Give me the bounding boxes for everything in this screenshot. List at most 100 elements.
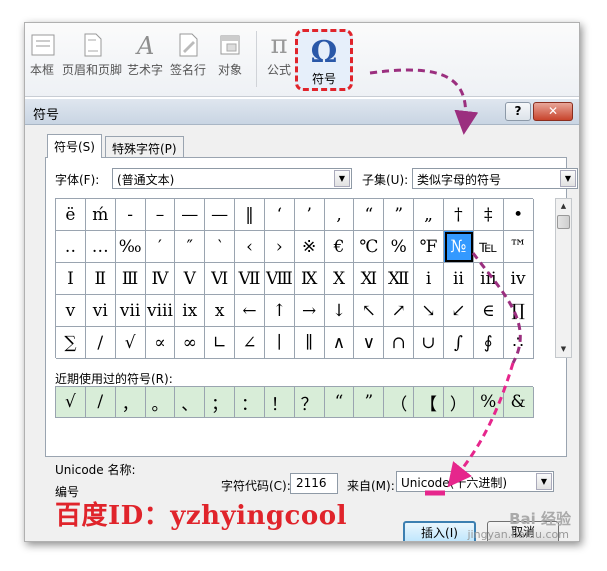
symbol-cell[interactable]: ″ — [175, 231, 206, 263]
symbol-cell[interactable]: Ⅱ — [85, 263, 116, 295]
recent-symbol-cell[interactable]: % — [473, 387, 504, 418]
symbol-cell[interactable]: Ⅲ — [115, 263, 146, 295]
symbol-cell[interactable]: Ⅷ — [264, 263, 295, 295]
ribbon-header-footer[interactable]: 页眉和页脚 — [61, 31, 123, 78]
symbol-grid-scrollbar[interactable]: ▲ ▼ — [555, 198, 572, 358]
recent-symbol-cell[interactable]: / — [85, 387, 116, 418]
symbol-cell[interactable]: ⅹ — [205, 295, 236, 327]
ribbon-text-box[interactable]: 本框 — [25, 31, 59, 78]
symbol-cell[interactable]: Ⅵ — [205, 263, 236, 295]
symbol-cell[interactable]: ⅷ — [145, 295, 176, 327]
symbol-cell[interactable]: ∟ — [205, 327, 236, 359]
recent-symbol-cell[interactable]: 。 — [145, 387, 176, 418]
ribbon-object[interactable]: 对象 — [212, 31, 248, 78]
symbol-cell[interactable]: ⅰ — [414, 263, 444, 295]
symbol-cell[interactable]: ∥ — [294, 327, 325, 359]
symbol-cell[interactable]: √ — [115, 327, 146, 359]
tab-special-characters[interactable]: 特殊字符(P) — [105, 136, 184, 158]
symbol-cell[interactable]: ∑ — [56, 327, 86, 359]
symbol-cell[interactable]: ‥ — [56, 231, 86, 263]
symbol-button[interactable]: Ω 符号 — [295, 29, 353, 91]
symbol-cell[interactable]: , — [324, 199, 355, 231]
font-select[interactable]: (普通文本) ▼ — [112, 168, 352, 189]
symbol-cell[interactable]: ∫ — [443, 327, 474, 359]
ribbon-equation[interactable]: π 公式 — [263, 31, 295, 78]
symbol-cell[interactable]: ’ — [294, 199, 325, 231]
symbol-cell[interactable]: ™ — [503, 231, 534, 263]
symbol-cell[interactable]: † — [443, 199, 474, 231]
symbol-cell[interactable]: ∴ — [503, 327, 534, 359]
recent-symbol-cell[interactable]: ” — [354, 387, 385, 418]
symbol-cell[interactable]: – — [145, 199, 176, 231]
symbol-cell[interactable]: € — [324, 231, 355, 263]
symbol-cell[interactable]: ∣ — [264, 327, 295, 359]
symbol-cell[interactable]: “ — [354, 199, 385, 231]
recent-symbol-cell[interactable]: ？ — [294, 387, 325, 418]
symbol-cell[interactable]: ∞ — [175, 327, 206, 359]
symbol-cell[interactable]: ‖ — [235, 199, 265, 231]
symbol-cell[interactable]: ‡ — [473, 199, 504, 231]
symbol-cell[interactable]: ← — [235, 295, 265, 327]
symbol-cell[interactable]: ‘ — [264, 199, 295, 231]
symbol-cell[interactable]: ” — [384, 199, 415, 231]
chevron-down-icon[interactable]: ▼ — [560, 170, 576, 187]
chevron-down-icon[interactable]: ▼ — [536, 473, 552, 490]
symbol-cell[interactable]: ↑ — [264, 295, 295, 327]
subset-select[interactable]: 类似字母的符号 ▼ — [412, 168, 578, 189]
char-code-input[interactable]: 2116 — [290, 473, 338, 494]
symbol-cell[interactable]: ↓ — [324, 295, 355, 327]
recent-symbol-cell[interactable]: ： — [235, 387, 265, 418]
symbol-cell[interactable]: ℡ — [473, 231, 504, 263]
symbol-cell[interactable]: ⅱ — [443, 263, 474, 295]
symbol-cell[interactable]: Ⅺ — [354, 263, 385, 295]
symbol-cell[interactable]: Ⅹ — [324, 263, 355, 295]
symbol-cell[interactable]: % — [384, 231, 415, 263]
symbol-cell[interactable]: ↘ — [414, 295, 444, 327]
symbol-cell[interactable]: ∏ — [503, 295, 534, 327]
symbol-cell[interactable]: Ⅴ — [175, 263, 206, 295]
recent-symbol-cell[interactable]: ， — [115, 387, 146, 418]
symbol-cell[interactable]: ∧ — [324, 327, 355, 359]
symbol-cell[interactable]: ′ — [145, 231, 176, 263]
recent-symbol-cell[interactable]: （ — [384, 387, 415, 418]
ribbon-wordart[interactable]: A 艺术字 — [125, 31, 165, 78]
symbol-cell[interactable]: Ⅰ — [56, 263, 86, 295]
from-select[interactable]: Unicode(十六进制) ▼ — [396, 471, 554, 492]
tab-symbols[interactable]: 符号(S) — [47, 134, 102, 158]
symbol-cell[interactable]: ⅳ — [503, 263, 534, 295]
help-button[interactable]: ? — [505, 102, 531, 121]
symbol-cell[interactable]: • — [503, 199, 534, 231]
recent-symbol-cell[interactable]: 【 — [414, 387, 444, 418]
symbol-cell[interactable]: ∩ — [384, 327, 415, 359]
symbol-cell[interactable]: № — [443, 231, 474, 263]
symbol-cell[interactable]: Ⅳ — [145, 263, 176, 295]
recent-symbol-cell[interactable]: “ — [324, 387, 355, 418]
symbol-cell[interactable]: › — [264, 231, 295, 263]
symbol-cell[interactable]: ↙ — [443, 295, 474, 327]
insert-button[interactable]: 插入(I) — [403, 521, 476, 541]
recent-symbol-cell[interactable]: 、 — [175, 387, 206, 418]
symbol-cell[interactable]: - — [115, 199, 146, 231]
symbol-cell[interactable]: Ⅻ — [384, 263, 415, 295]
recent-symbol-cell[interactable]: √ — [56, 387, 86, 418]
recent-symbol-cell[interactable]: ！ — [264, 387, 295, 418]
recent-symbol-cell[interactable]: ； — [205, 387, 236, 418]
symbol-cell[interactable]: ⅴ — [56, 295, 86, 327]
symbol-cell[interactable]: Ⅸ — [294, 263, 325, 295]
symbol-cell[interactable]: ↗ — [384, 295, 415, 327]
symbol-cell[interactable]: ∪ — [414, 327, 444, 359]
scroll-thumb[interactable] — [557, 215, 570, 229]
symbol-cell[interactable]: ∨ — [354, 327, 385, 359]
symbol-cell[interactable]: ⅲ — [473, 263, 504, 295]
symbol-cell[interactable]: ※ — [294, 231, 325, 263]
symbol-cell[interactable]: ∕ — [85, 327, 116, 359]
symbol-cell[interactable]: ‰ — [115, 231, 146, 263]
symbol-cell[interactable]: ℃ — [354, 231, 385, 263]
recent-symbol-cell[interactable]: & — [503, 387, 534, 418]
symbol-cell[interactable]: ∝ — [145, 327, 176, 359]
symbol-cell[interactable]: … — [85, 231, 116, 263]
symbol-cell[interactable]: — — [205, 199, 236, 231]
symbol-cell[interactable]: ⅶ — [115, 295, 146, 327]
symbol-cell[interactable]: ë — [56, 199, 86, 231]
symbol-cell[interactable]: ℉ — [414, 231, 444, 263]
